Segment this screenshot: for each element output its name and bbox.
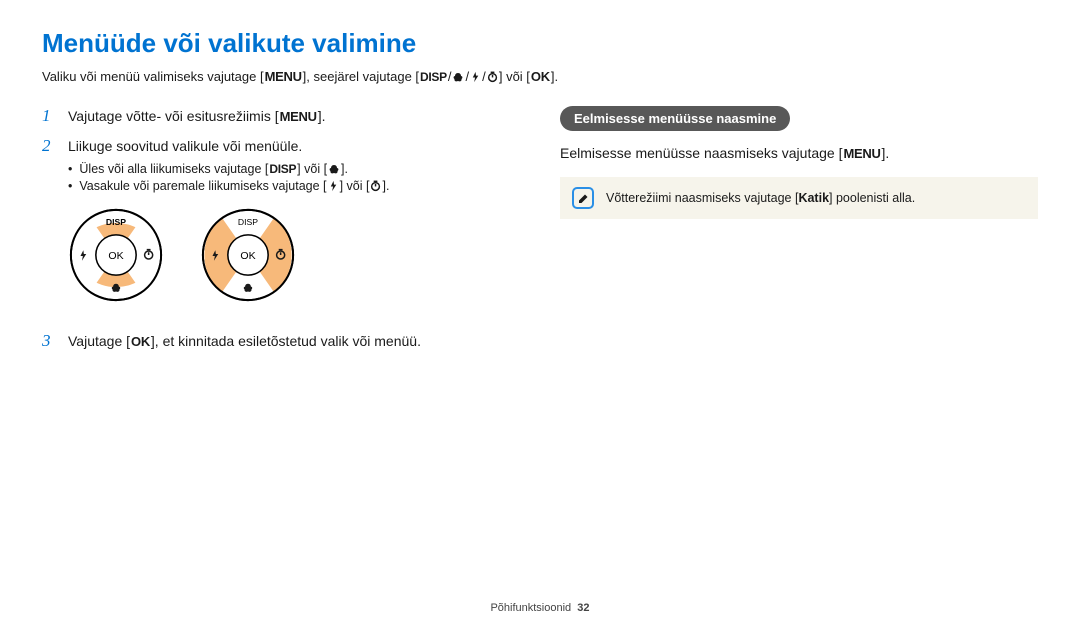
slash: / [448, 69, 452, 84]
menu-icon: MENU [280, 109, 317, 124]
dial-ok-label: OK [108, 250, 123, 262]
intro-p3: ] või [ [499, 69, 530, 84]
disp-icon: DISP [420, 70, 447, 84]
timer-icon [487, 70, 498, 84]
intro-p2: ], seejärel vajutage [ [303, 69, 419, 84]
slash: / [482, 69, 486, 84]
dial-diagrams: OK DISP [68, 207, 520, 303]
right-p1: Eelmisesse menüüsse naasmiseks vajutage … [560, 145, 842, 161]
step-3: 3 Vajutage [ OK ], et kinnitada esiletõs… [42, 331, 520, 351]
step2-sub1: Üles või alla liikumiseks vajutage [ DIS… [68, 162, 520, 176]
sub2-p2: ] või [ [340, 179, 370, 193]
page-heading: Menüüde või valikute valimine [42, 28, 1038, 59]
note-box: Võtterežiimi naasmiseks vajutage [Katik]… [560, 177, 1038, 219]
dial-horizontal: OK DISP [200, 207, 296, 303]
flower-icon [328, 162, 340, 176]
dial-disp-label: DISP [238, 217, 258, 227]
step1-p1: Vajutage võtte- või esitusrežiimis [ [68, 108, 279, 124]
right-p2: ]. [882, 145, 890, 161]
note-bold: Katik [798, 191, 829, 205]
step3-p1: Vajutage [ [68, 333, 130, 349]
flower-icon [452, 70, 464, 84]
subsection-pill: Eelmisesse menüüsse naasmine [560, 106, 790, 131]
disp-icon: DISP [269, 162, 296, 176]
footer-label: Põhifunktsioonid [490, 602, 571, 614]
left-column: 1 Vajutage võtte- või esitusrežiimis [ M… [42, 106, 520, 361]
right-text: Eelmisesse menüüsse naasmiseks vajutage … [560, 145, 1038, 161]
menu-icon: MENU [843, 146, 880, 161]
step-1: 1 Vajutage võtte- või esitusrežiimis [ M… [42, 106, 520, 126]
intro-text: Valiku või menüü valimiseks vajutage [ M… [42, 69, 1038, 84]
step-number: 1 [42, 106, 58, 126]
sub1-p1: Üles või alla liikumiseks vajutage [ [79, 162, 268, 176]
step1-p2: ]. [318, 108, 326, 124]
note-p2: ] poolenisti alla. [829, 191, 915, 205]
footer-page: 32 [577, 602, 589, 614]
step-2: 2 Liikuge soovitud valikule või menüüle.… [42, 136, 520, 321]
dial-disp-label: DISP [106, 217, 126, 227]
step-number: 2 [42, 136, 58, 156]
dial-ok-label: OK [240, 250, 255, 262]
timer-icon [370, 179, 381, 193]
step3-p2: ], et kinnitada esiletõstetud valik või … [151, 333, 421, 349]
flash-icon [470, 70, 481, 84]
step2-text: Liikuge soovitud valikule või menüüle. [68, 138, 520, 154]
slash: / [465, 69, 469, 84]
sub2-p1: Vasakule või paremale liikumiseks vajuta… [79, 179, 326, 193]
note-p1: Võtterežiimi naasmiseks vajutage [ [606, 191, 798, 205]
sub1-p3: ]. [341, 162, 348, 176]
flash-icon [328, 179, 339, 193]
sub2-p3: ]. [383, 179, 390, 193]
step-number: 3 [42, 331, 58, 351]
step2-sub2: Vasakule või paremale liikumiseks vajuta… [68, 179, 520, 193]
right-column: Eelmisesse menüüsse naasmine Eelmisesse … [560, 106, 1038, 361]
note-text: Võtterežiimi naasmiseks vajutage [Katik]… [606, 191, 915, 205]
intro-p1: Valiku või menüü valimiseks vajutage [ [42, 69, 264, 84]
sub1-p2: ] või [ [297, 162, 327, 176]
ok-icon: OK [131, 334, 150, 349]
intro-p4: ]. [551, 69, 558, 84]
note-icon [572, 187, 594, 209]
ok-icon: OK [531, 69, 550, 84]
menu-icon: MENU [265, 69, 302, 84]
dial-vertical: OK DISP [68, 207, 164, 303]
page-footer: Põhifunktsioonid 32 [0, 602, 1080, 614]
